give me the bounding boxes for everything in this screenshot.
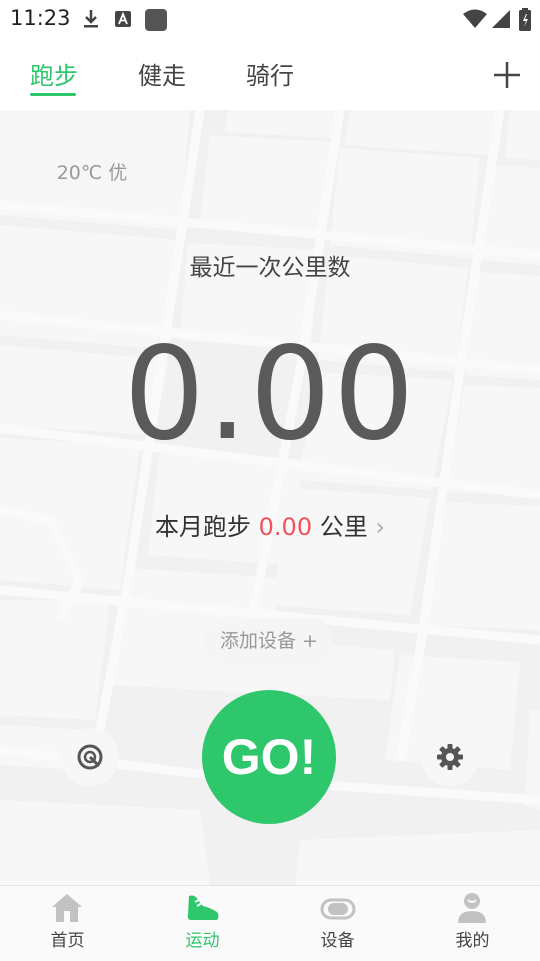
settings-button[interactable] <box>421 728 479 786</box>
nav-label-me: 我的 <box>455 931 490 951</box>
status-time: 11:23 <box>10 6 71 30</box>
gear-icon <box>437 744 463 770</box>
signal-icon <box>492 10 510 28</box>
go-button[interactable]: GO! <box>202 690 336 824</box>
nav-label-sport: 运动 <box>185 931 220 951</box>
band-icon <box>320 898 356 920</box>
add-plus-icon[interactable] <box>490 58 524 92</box>
month-running-unit: 公里 <box>319 513 368 541</box>
target-button[interactable] <box>61 728 119 786</box>
app-a-icon <box>115 11 131 27</box>
recent-distance-value: 0.00 <box>123 320 417 469</box>
bottom-navigation: 首页 运动 设备 我的 <box>0 885 540 961</box>
status-bar: 11:23 <box>0 0 540 38</box>
target-icon <box>77 744 103 770</box>
nav-item-device[interactable]: 设备 <box>270 886 405 961</box>
month-running-label: 本月跑步 <box>155 513 252 541</box>
battery-icon <box>519 8 531 31</box>
chevron-right-icon: › <box>375 513 385 541</box>
nav-item-sport[interactable]: 运动 <box>135 886 270 961</box>
month-running-summary[interactable]: 本月跑步 0.00 公里 › <box>0 507 540 542</box>
person-icon <box>458 893 486 923</box>
shoe-icon <box>187 895 219 920</box>
nav-label-home: 首页 <box>50 931 85 951</box>
tab-running[interactable]: 跑步 <box>30 56 78 91</box>
weather-badge[interactable]: 20℃ 优 <box>25 148 159 198</box>
nav-label-device: 设备 <box>320 931 355 951</box>
add-device-button[interactable]: 添加设备 + <box>205 617 333 665</box>
nav-item-me[interactable]: 我的 <box>405 886 540 961</box>
sport-tabs: 跑步 健走 骑行 <box>0 38 540 110</box>
recent-distance-label: 最近一次公里数 <box>189 255 351 281</box>
app-square-icon <box>145 9 167 31</box>
tab-walking[interactable]: 健走 <box>138 56 186 91</box>
tab-active-indicator <box>30 93 76 96</box>
month-running-value: 0.00 <box>258 513 313 541</box>
download-icon <box>84 10 98 28</box>
home-icon <box>52 894 82 922</box>
wifi-icon <box>463 9 487 28</box>
tab-cycling[interactable]: 骑行 <box>246 56 294 91</box>
nav-item-home[interactable]: 首页 <box>0 886 135 961</box>
